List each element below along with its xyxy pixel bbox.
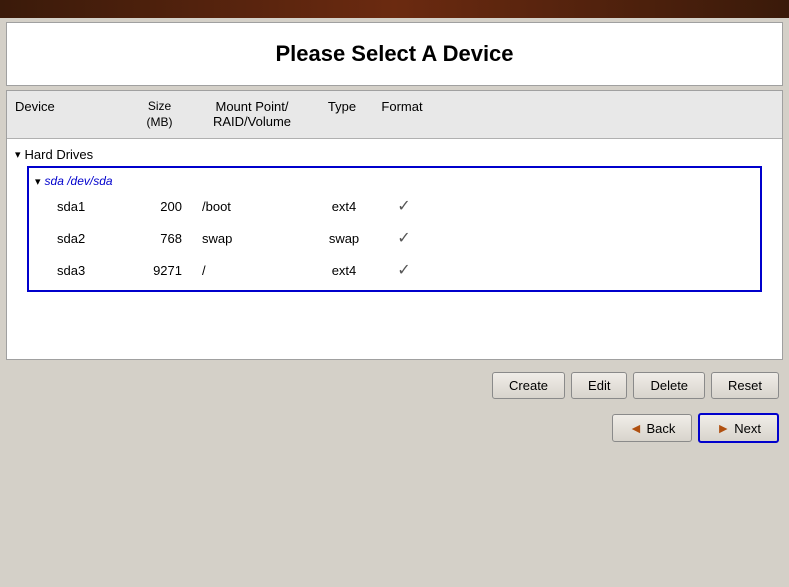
- sda-group: ▾ sda /dev/sda sda1 200 /boot ext4 ✓ sda…: [27, 166, 762, 292]
- partition-name: sda1: [49, 195, 129, 218]
- partition-type: ext4: [314, 195, 374, 218]
- chevron-down-icon: ▾: [15, 148, 21, 161]
- header-format: Format: [372, 95, 432, 134]
- next-button[interactable]: ► Next: [698, 413, 779, 443]
- header-mount: Mount Point/RAID/Volume: [192, 95, 312, 134]
- create-button[interactable]: Create: [492, 372, 565, 399]
- back-button[interactable]: ◄ Back: [612, 414, 692, 442]
- top-banner: [0, 0, 789, 18]
- table-row[interactable]: sda1 200 /boot ext4 ✓: [29, 190, 760, 222]
- partition-size: 200: [129, 195, 194, 218]
- hard-drives-label: Hard Drives: [25, 147, 94, 162]
- partition-mount: /: [194, 259, 314, 282]
- nav-buttons-bar: ◄ Back ► Next: [0, 407, 789, 449]
- page-title: Please Select A Device: [25, 41, 764, 67]
- partition-type: ext4: [314, 259, 374, 282]
- delete-button[interactable]: Delete: [633, 372, 705, 399]
- action-buttons-bar: Create Edit Delete Reset: [0, 364, 789, 407]
- table-row[interactable]: sda3 9271 / ext4 ✓: [29, 254, 760, 286]
- header-type: Type: [312, 95, 372, 134]
- partition-size: 9271: [129, 259, 194, 282]
- partition-size: 768: [129, 227, 194, 250]
- sda-name: sda: [45, 174, 64, 188]
- sda-header-row[interactable]: ▾ sda /dev/sda: [29, 172, 760, 190]
- sda-path: /dev/sda: [64, 174, 113, 188]
- partition-type: swap: [314, 227, 374, 250]
- table-header: Device Size(MB) Mount Point/RAID/Volume …: [7, 91, 782, 139]
- partition-format: ✓: [374, 224, 434, 252]
- next-arrow-icon: ►: [716, 420, 730, 436]
- partition-format: ✓: [374, 192, 434, 220]
- partition-mount: swap: [194, 227, 314, 250]
- table-row[interactable]: sda2 768 swap swap ✓: [29, 222, 760, 254]
- partition-mount: /boot: [194, 195, 314, 218]
- next-label: Next: [734, 421, 761, 436]
- header-device: Device: [7, 95, 127, 134]
- reset-button[interactable]: Reset: [711, 372, 779, 399]
- title-section: Please Select A Device: [6, 22, 783, 86]
- partition-format: ✓: [374, 256, 434, 284]
- edit-button[interactable]: Edit: [571, 372, 627, 399]
- partition-name: sda2: [49, 227, 129, 250]
- hard-drives-group[interactable]: ▾ Hard Drives: [7, 145, 782, 164]
- back-label: Back: [647, 421, 676, 436]
- partition-name: sda3: [49, 259, 129, 282]
- back-arrow-icon: ◄: [629, 420, 643, 436]
- device-table: Device Size(MB) Mount Point/RAID/Volume …: [6, 90, 783, 360]
- tree-area: ▾ Hard Drives ▾ sda /dev/sda sda1 200 /b…: [7, 139, 782, 359]
- sda-chevron-icon: ▾: [35, 175, 41, 188]
- header-size: Size(MB): [127, 95, 192, 134]
